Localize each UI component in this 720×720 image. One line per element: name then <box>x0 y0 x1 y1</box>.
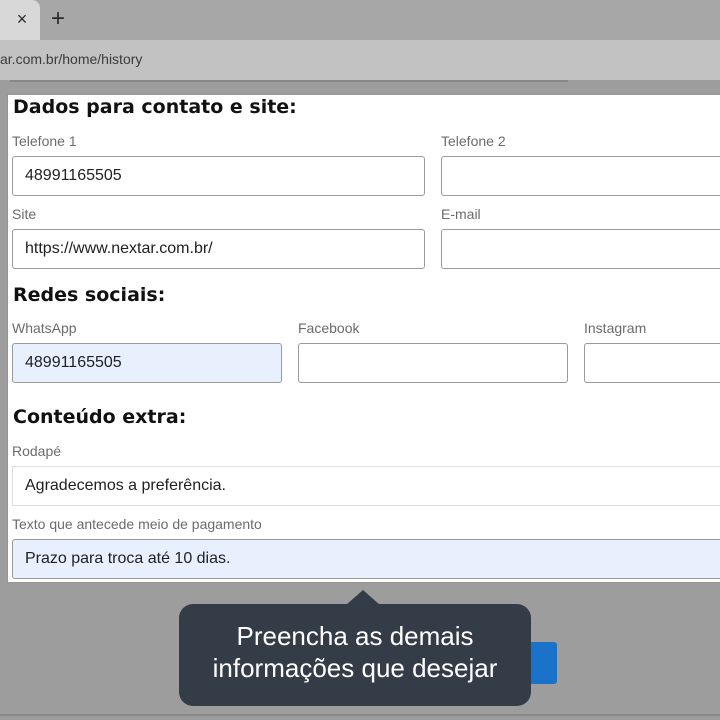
url-text[interactable]: ar.com.br/home/history <box>0 51 142 67</box>
phone1-label: Telefone 1 <box>12 133 77 149</box>
divider <box>10 80 568 82</box>
form-panel: Dados para contato e site: Telefone 1 48… <box>8 95 720 582</box>
tooltip-arrow <box>346 590 380 605</box>
facebook-input[interactable] <box>298 343 568 383</box>
section-title-contact: Dados para contato e site: <box>13 96 297 118</box>
whatsapp-label: WhatsApp <box>12 320 77 336</box>
site-input[interactable]: https://www.nextar.com.br/ <box>12 229 425 269</box>
tooltip-line-1: Preencha as demais <box>236 621 474 651</box>
payment-text-input[interactable]: Prazo para troca até 10 dias. <box>12 539 720 579</box>
payment-text-label: Texto que antecede meio de pagamento <box>12 516 262 532</box>
plus-icon[interactable]: + <box>46 7 70 31</box>
address-bar[interactable]: ar.com.br/home/history <box>0 40 720 80</box>
phone2-input[interactable] <box>441 156 720 196</box>
onboarding-tooltip: Preencha as demais informações que desej… <box>179 604 531 706</box>
phone1-input[interactable]: 48991165505 <box>12 156 425 196</box>
instagram-input[interactable] <box>584 343 720 383</box>
email-label: E-mail <box>441 206 481 222</box>
browser-tab-strip: × + <box>0 0 720 40</box>
instagram-label: Instagram <box>584 320 647 336</box>
phone2-label: Telefone 2 <box>441 133 506 149</box>
divider <box>0 714 720 716</box>
tooltip-line-2: informações que desejar <box>212 653 498 683</box>
close-icon[interactable]: × <box>13 9 31 29</box>
email-input[interactable] <box>441 229 720 269</box>
facebook-label: Facebook <box>298 320 360 336</box>
footer-input[interactable]: Agradecemos a preferência. <box>12 466 720 506</box>
section-title-social: Redes sociais: <box>13 284 166 306</box>
footer-label: Rodapé <box>12 443 62 459</box>
whatsapp-input[interactable]: 48991165505 <box>12 343 282 383</box>
browser-tab[interactable]: × <box>0 0 40 40</box>
site-label: Site <box>12 206 37 222</box>
section-title-extra: Conteúdo extra: <box>13 406 187 428</box>
